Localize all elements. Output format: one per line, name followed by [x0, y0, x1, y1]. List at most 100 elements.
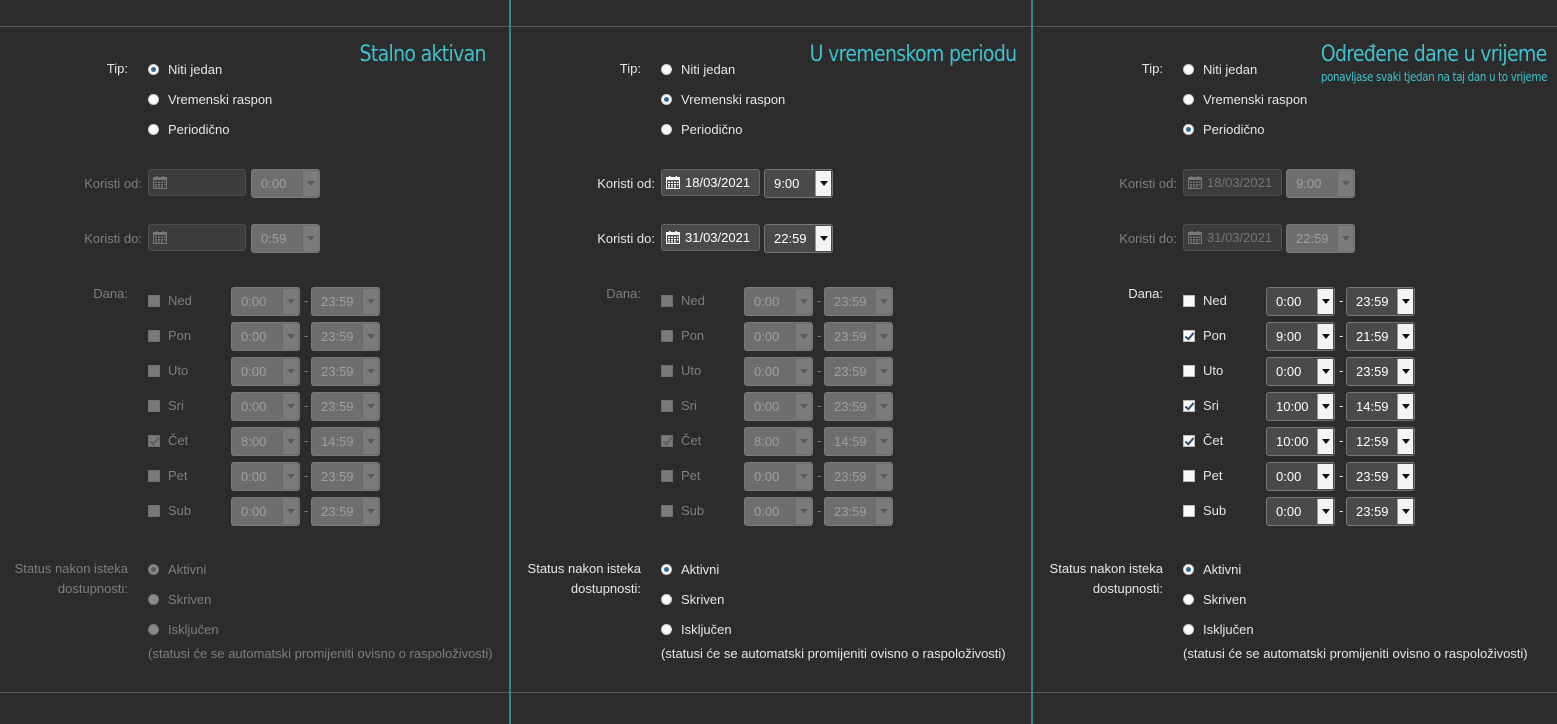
chevron-down-icon[interactable]	[875, 289, 891, 314]
status-option-2[interactable]: Skriven	[661, 592, 724, 607]
day-start-select[interactable]: 9:00	[1266, 322, 1335, 351]
day-end-select[interactable]: 23:59	[824, 497, 893, 526]
date-to-input[interactable]: 31/03/2021	[661, 224, 760, 251]
day-end-select[interactable]: 23:59	[824, 357, 893, 386]
status-option-1[interactable]: Aktivni	[1183, 562, 1241, 577]
day-start-select[interactable]: 0:00	[744, 357, 813, 386]
chevron-down-icon[interactable]	[795, 429, 811, 454]
day-checkbox-2[interactable]	[1183, 330, 1195, 342]
day-end-select[interactable]: 23:59	[824, 322, 893, 351]
day-start-select[interactable]: 0:00	[231, 462, 300, 491]
chevron-down-icon[interactable]	[795, 324, 811, 349]
day-start-select[interactable]: 0:00	[744, 322, 813, 351]
chevron-down-icon[interactable]	[875, 359, 891, 384]
chevron-down-icon[interactable]	[362, 324, 378, 349]
day-checkbox-1[interactable]	[661, 295, 673, 307]
chevron-down-icon[interactable]	[1397, 289, 1413, 314]
type-option-3[interactable]: Periodično	[148, 122, 229, 137]
day-start-select[interactable]: 0:00	[744, 392, 813, 421]
radio-button[interactable]	[1183, 564, 1194, 575]
radio-button[interactable]	[661, 594, 672, 605]
day-start-select[interactable]: 0:00	[1266, 357, 1335, 386]
chevron-down-icon[interactable]	[362, 499, 378, 524]
day-start-select[interactable]: 0:00	[231, 357, 300, 386]
day-end-select[interactable]: 23:59	[1346, 357, 1415, 386]
chevron-down-icon[interactable]	[362, 429, 378, 454]
day-checkbox-6[interactable]	[148, 470, 160, 482]
chevron-down-icon[interactable]	[1317, 289, 1333, 314]
chevron-down-icon[interactable]	[302, 171, 318, 196]
chevron-down-icon[interactable]	[1397, 359, 1413, 384]
day-start-select[interactable]: 10:00	[1266, 392, 1335, 421]
chevron-down-icon[interactable]	[362, 289, 378, 314]
chevron-down-icon[interactable]	[282, 429, 298, 454]
chevron-down-icon[interactable]	[1317, 359, 1333, 384]
day-end-select[interactable]: 23:59	[311, 287, 380, 316]
day-checkbox-4[interactable]	[1183, 400, 1195, 412]
time-from-select[interactable]: 9:00	[764, 169, 833, 198]
chevron-down-icon[interactable]	[875, 394, 891, 419]
chevron-down-icon[interactable]	[282, 464, 298, 489]
day-start-select[interactable]: 0:00	[744, 462, 813, 491]
radio-button[interactable]	[148, 94, 159, 105]
date-from-input[interactable]	[148, 169, 246, 196]
day-start-select[interactable]: 0:00	[231, 322, 300, 351]
radio-button[interactable]	[1183, 624, 1194, 635]
chevron-down-icon[interactable]	[1337, 171, 1353, 196]
day-checkbox-7[interactable]	[148, 505, 160, 517]
date-to-input[interactable]	[148, 224, 246, 251]
type-option-2[interactable]: Vremenski raspon	[1183, 92, 1307, 107]
time-to-select[interactable]: 22:59	[764, 224, 833, 253]
radio-button[interactable]	[661, 124, 672, 135]
chevron-down-icon[interactable]	[1397, 324, 1413, 349]
day-checkbox-1[interactable]	[1183, 295, 1195, 307]
radio-button[interactable]	[661, 564, 672, 575]
type-option-2[interactable]: Vremenski raspon	[661, 92, 785, 107]
day-start-select[interactable]: 10:00	[1266, 427, 1335, 456]
day-checkbox-6[interactable]	[661, 470, 673, 482]
day-checkbox-2[interactable]	[661, 330, 673, 342]
radio-button[interactable]	[661, 624, 672, 635]
chevron-down-icon[interactable]	[282, 499, 298, 524]
chevron-down-icon[interactable]	[875, 429, 891, 454]
day-end-select[interactable]: 23:59	[311, 392, 380, 421]
day-start-select[interactable]: 0:00	[1266, 497, 1335, 526]
day-start-select[interactable]: 0:00	[231, 497, 300, 526]
day-end-select[interactable]: 23:59	[1346, 462, 1415, 491]
chevron-down-icon[interactable]	[795, 359, 811, 384]
type-option-3[interactable]: Periodično	[1183, 122, 1264, 137]
chevron-down-icon[interactable]	[1317, 324, 1333, 349]
day-end-select[interactable]: 23:59	[1346, 497, 1415, 526]
chevron-down-icon[interactable]	[1397, 499, 1413, 524]
chevron-down-icon[interactable]	[815, 226, 831, 251]
day-checkbox-1[interactable]	[148, 295, 160, 307]
type-option-1[interactable]: Niti jedan	[148, 62, 222, 77]
chevron-down-icon[interactable]	[1397, 429, 1413, 454]
day-start-select[interactable]: 8:00	[744, 427, 813, 456]
type-option-2[interactable]: Vremenski raspon	[148, 92, 272, 107]
radio-button[interactable]	[148, 594, 159, 605]
radio-button[interactable]	[148, 124, 159, 135]
time-to-select[interactable]: 0:59	[251, 224, 320, 253]
chevron-down-icon[interactable]	[1337, 226, 1353, 251]
time-from-select[interactable]: 0:00	[251, 169, 320, 198]
status-option-2[interactable]: Skriven	[1183, 592, 1246, 607]
chevron-down-icon[interactable]	[875, 464, 891, 489]
date-to-input[interactable]: 31/03/2021	[1183, 224, 1282, 251]
chevron-down-icon[interactable]	[1317, 499, 1333, 524]
time-from-select[interactable]: 9:00	[1286, 169, 1355, 198]
day-checkbox-7[interactable]	[1183, 505, 1195, 517]
radio-button[interactable]	[148, 564, 159, 575]
chevron-down-icon[interactable]	[282, 289, 298, 314]
day-end-select[interactable]: 12:59	[1346, 427, 1415, 456]
day-end-select[interactable]: 23:59	[824, 287, 893, 316]
day-checkbox-3[interactable]	[661, 365, 673, 377]
radio-button[interactable]	[661, 64, 672, 75]
chevron-down-icon[interactable]	[795, 289, 811, 314]
day-end-select[interactable]: 23:59	[824, 392, 893, 421]
status-option-2[interactable]: Skriven	[148, 592, 211, 607]
day-start-select[interactable]: 0:00	[1266, 287, 1335, 316]
radio-button[interactable]	[1183, 124, 1194, 135]
chevron-down-icon[interactable]	[1397, 394, 1413, 419]
day-start-select[interactable]: 8:00	[231, 427, 300, 456]
